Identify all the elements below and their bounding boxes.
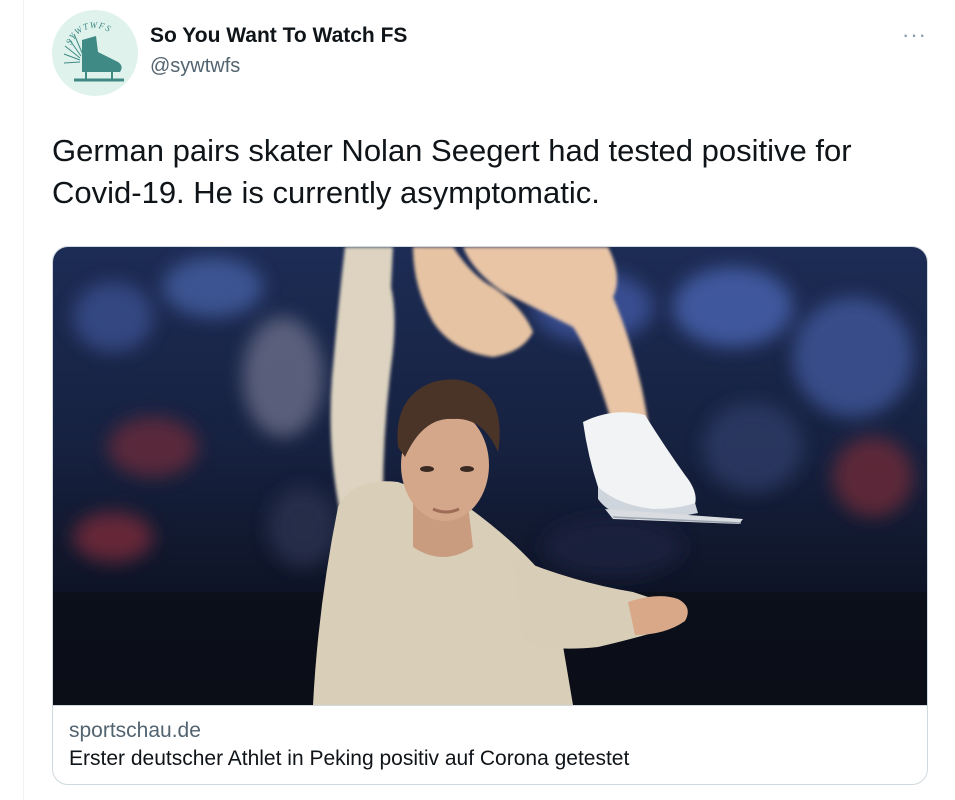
card-image[interactable] [53, 247, 927, 705]
more-horizontal-icon[interactable]: ··· [902, 22, 927, 48]
card-divider [53, 705, 927, 706]
timeline-border [23, 0, 24, 800]
link-card[interactable]: sportschau.de Erster deutscher Athlet in… [52, 246, 928, 785]
avatar[interactable]: SYWTWFS [52, 10, 138, 96]
card-domain[interactable]: sportschau.de [69, 719, 201, 743]
tweet-text: German pairs skater Nolan Seegert had te… [52, 133, 852, 210]
display-name[interactable]: So You Want To Watch FS [150, 24, 407, 48]
skate-logo-icon: SYWTWFS [64, 20, 124, 82]
user-handle[interactable]: @sywtwfs [150, 55, 240, 78]
card-title[interactable]: Erster deutscher Athlet in Peking positi… [69, 747, 629, 771]
